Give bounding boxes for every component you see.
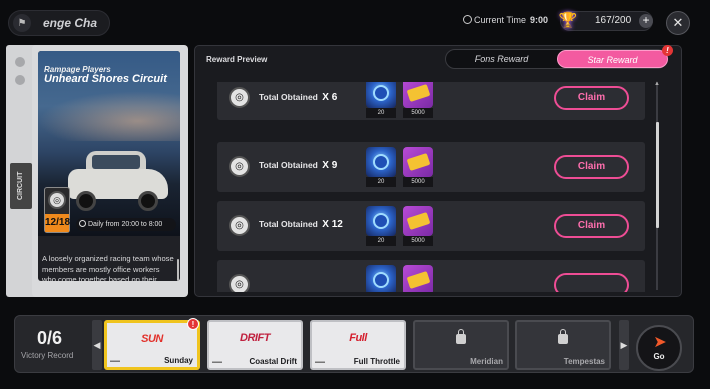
gem-icon [373,213,389,229]
track-name: Tempestas [563,357,605,366]
clock-icon [463,15,472,24]
track-next-button[interactable]: ▶ [619,320,629,370]
circuit-photo: Rampage Players Unheard Shores Circuit ◎… [38,51,180,236]
close-button[interactable]: ✕ [666,11,690,35]
circuit-card: Rampage Players Unheard Shores Circuit ◎… [32,45,188,297]
reward-item-ticket[interactable]: 5000 [403,82,433,118]
track-tempestas[interactable]: Tempestas [515,320,611,370]
tab-star-reward[interactable]: Star Reward ! [557,45,673,68]
claim-button[interactable]: Claim [554,155,629,179]
current-time-value: 9:00 [530,15,549,25]
arrow-icon: ➤ [653,334,667,351]
checkered-flag-icon: ⚑ [13,14,31,32]
victory-label: Victory Record [21,351,74,360]
tire-icon: ◎ [229,156,250,177]
current-time: Current Time 9:00 [463,15,548,25]
reward-label: Total Obtained X 6 [259,92,338,103]
level-value: 12/18 [45,214,70,232]
track-name: Full Throttle [353,357,400,366]
reward-tabs: Fons Reward Star Reward ! [445,45,673,69]
circuit-card-inner: Rampage Players Unheard Shores Circuit ◎… [38,51,180,281]
victory-count: 0/6 [37,328,63,348]
alert-badge: ! [662,45,673,56]
stamina-counter: 🏆 167/200 + [558,11,653,31]
claim-button[interactable] [554,273,629,292]
top-bar: ⚑ enge Cha Current Time 9:00 🏆 167/200 + … [0,0,710,44]
page-title-pill: ⚑ enge Cha [8,10,110,36]
go-label: Go [653,352,665,361]
lock-icon [456,329,466,344]
circuit-label: CIRCUIT [10,163,32,209]
daily-schedule: Daily from 20:00 to 8:00 [76,218,176,231]
tab-star-reward-label: Star Reward [587,55,638,65]
tire-icon: ◎ [48,191,66,209]
track-meridian[interactable]: Meridian [413,320,509,370]
gem-icon [373,272,389,288]
lock-icon [558,329,568,344]
reward-preview-title: Reward Preview [206,55,268,64]
reward-item-ticket[interactable]: 5000 [403,147,433,187]
reward-item-gem[interactable]: 20 [366,82,396,118]
reward-scrollbar-thumb[interactable] [656,122,659,228]
track-prev-button[interactable]: ◀ [92,320,102,370]
clock-icon [79,220,86,227]
page-title: enge Cha [43,16,98,30]
track-coastal-drift[interactable]: DRIFT ▬▬ Coastal Drift [207,320,303,370]
track-name: Meridian [470,357,503,366]
track-name: Coastal Drift [249,357,297,366]
track-full-throttle[interactable]: Full ▬▬ Full Throttle [310,320,406,370]
alert-badge: ! [187,318,199,330]
tire-icon: ◎ [229,87,250,108]
stamina-value: 167/200 [595,15,632,26]
car-image [68,151,173,211]
side-dot [15,57,25,67]
go-button[interactable]: ➤ Go [636,325,682,371]
reward-row: ◎ Total Obtained X 9 20 5000 Claim [217,142,645,192]
track-name: Sunday [164,356,193,365]
tab-fons-reward[interactable]: Fons Reward [446,50,557,68]
reward-row: ◎ Total Obtained X 6 20 5000 Claim [217,82,645,120]
daily-schedule-text: Daily from 20:00 to 8:00 [88,221,163,228]
circuit-description: A loosely organized racing team whose me… [42,254,174,281]
tire-icon: ◎ [229,215,250,236]
track-logo: DRIFT [240,332,270,344]
gem-icon [373,85,389,101]
level-badge: ◎ 12/18 [44,187,70,233]
track-logo: SUN [141,333,163,345]
reward-row-partial: ◎ [217,260,645,292]
claim-button[interactable]: Claim [554,214,629,238]
tire-icon: ◎ [229,274,250,292]
gem-icon [373,154,389,170]
circuit-title: Unheard Shores Circuit [44,73,167,85]
track-logo: Full [349,332,367,344]
trophy-icon: 🏆 [558,12,578,29]
reward-row: ◎ Total Obtained X 12 20 5000 Claim [217,201,645,251]
current-time-label: Current Time [474,15,527,25]
track-sunday[interactable]: SUN ▬▬ Sunday [104,320,200,370]
scroll-up-icon[interactable]: ▲ [654,81,660,87]
claim-button[interactable]: Claim [554,86,629,110]
reward-label: Total Obtained X 9 [259,160,338,171]
description-scrollbar[interactable] [177,259,179,281]
add-stamina-button[interactable]: + [639,14,653,28]
bottom-bar: 0/6 Victory Record ◀ SUN ▬▬ Sunday DRIFT… [14,315,694,373]
reward-item-ticket[interactable] [403,265,433,292]
reward-panel: Reward Preview Fons Reward Star Reward !… [194,45,682,297]
reward-item-gem[interactable]: 20 [366,206,396,246]
reward-item-gem[interactable]: 20 [366,147,396,187]
reward-list: ◎ Total Obtained X 6 20 5000 Claim ◎ Tot… [217,82,645,292]
reward-label: Total Obtained X 12 [259,219,343,230]
reward-item-ticket[interactable]: 5000 [403,206,433,246]
reward-item-gem[interactable] [366,265,396,292]
side-dot [15,75,25,85]
